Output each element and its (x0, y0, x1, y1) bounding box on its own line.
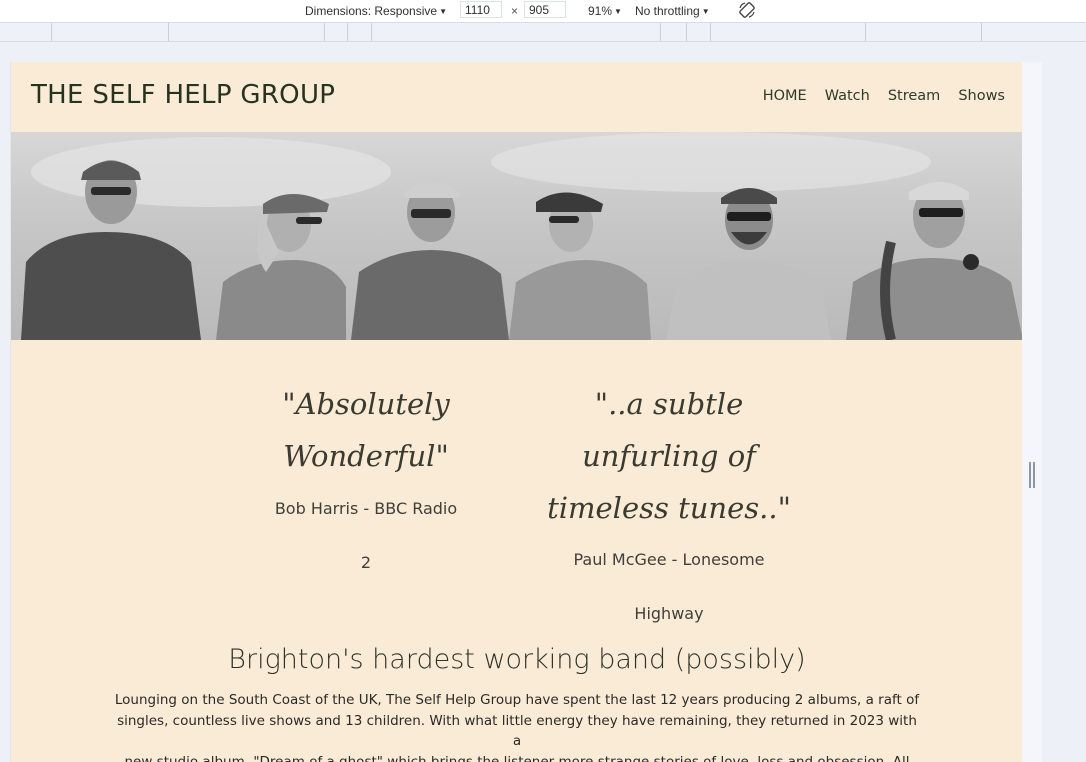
mq-divider (324, 23, 325, 41)
zoom-dropdown[interactable]: 91%▼ (588, 3, 622, 19)
zoom-label: 91% (588, 4, 612, 18)
mq-divider (371, 23, 372, 41)
quote-2-line: timeless tunes.." (509, 482, 829, 534)
dimensions-dropdown[interactable]: Dimensions: Responsive▼ (305, 3, 447, 19)
paragraph-line: singles, countless live shows and 13 chi… (111, 711, 923, 752)
quote-2-line: "..a subtle (509, 378, 829, 430)
times-sign: × (511, 4, 518, 18)
band-photo (11, 132, 1023, 340)
nav-stream[interactable]: Stream (888, 88, 940, 104)
height-input[interactable]: 905 (524, 1, 566, 18)
quote-2-line: unfurling of (509, 430, 829, 482)
band-photo-illustration (11, 132, 1023, 340)
dimensions-label: Dimensions: Responsive (305, 4, 437, 18)
quote-2: "..a subtle unfurling of timeless tunes.… (509, 378, 829, 534)
throttling-dropdown[interactable]: No throttling▼ (635, 3, 710, 19)
mq-divider (660, 23, 661, 41)
mq-divider (168, 23, 169, 41)
mq-divider (51, 23, 52, 41)
mq-divider (865, 23, 866, 41)
chevron-down-icon: ▼ (702, 4, 710, 20)
devtools-device-toolbar: Dimensions: Responsive▼ 1110 × 905 91%▼ … (0, 0, 1086, 23)
mq-divider (710, 23, 711, 41)
page-viewport: THE SELF HELP GROUP HOME Watch Stream Sh… (10, 62, 1023, 762)
intro-paragraph: Lounging on the South Coast of the UK, T… (111, 690, 923, 762)
viewport-gutter (1022, 62, 1042, 762)
nav-home[interactable]: HOME (763, 88, 807, 104)
rotate-icon[interactable] (737, 0, 757, 20)
site-header: THE SELF HELP GROUP HOME Watch Stream Sh… (11, 62, 1023, 132)
paragraph-line: new studio album, "Dream of a ghost" whi… (111, 752, 923, 762)
attribution-line: Highway (509, 587, 829, 641)
attribution-line: Paul McGee - Lonesome (509, 533, 829, 587)
media-query-bar (0, 23, 1086, 42)
site-title[interactable]: THE SELF HELP GROUP (31, 80, 335, 110)
mq-divider (347, 23, 348, 41)
mq-divider (981, 23, 982, 41)
quote-1: "Absolutely Wonderful" (201, 378, 531, 482)
chevron-down-icon: ▼ (614, 4, 622, 20)
quote-2-attribution: Paul McGee - Lonesome Highway (509, 533, 829, 641)
resize-grip-line (1029, 462, 1031, 488)
mq-divider (686, 23, 687, 41)
main-nav: HOME Watch Stream Shows (763, 88, 1005, 104)
section-headline: Brighton's hardest working band (possibl… (11, 644, 1023, 675)
resize-grip-line (1033, 462, 1035, 488)
paragraph-line: Lounging on the South Coast of the UK, T… (111, 690, 923, 711)
nav-watch[interactable]: Watch (825, 88, 870, 104)
throttling-label: No throttling (635, 4, 700, 18)
width-input[interactable]: 1110 (460, 1, 502, 18)
attribution-line: Bob Harris - BBC Radio (201, 482, 531, 536)
chevron-down-icon: ▼ (439, 4, 447, 20)
quote-1-line: Wonderful" (201, 430, 531, 482)
quote-1-line: "Absolutely (201, 378, 531, 430)
quote-1-attribution: Bob Harris - BBC Radio 2 (201, 482, 531, 590)
nav-shows[interactable]: Shows (958, 88, 1005, 104)
resize-handle[interactable] (1029, 462, 1035, 488)
attribution-line: 2 (201, 536, 531, 590)
